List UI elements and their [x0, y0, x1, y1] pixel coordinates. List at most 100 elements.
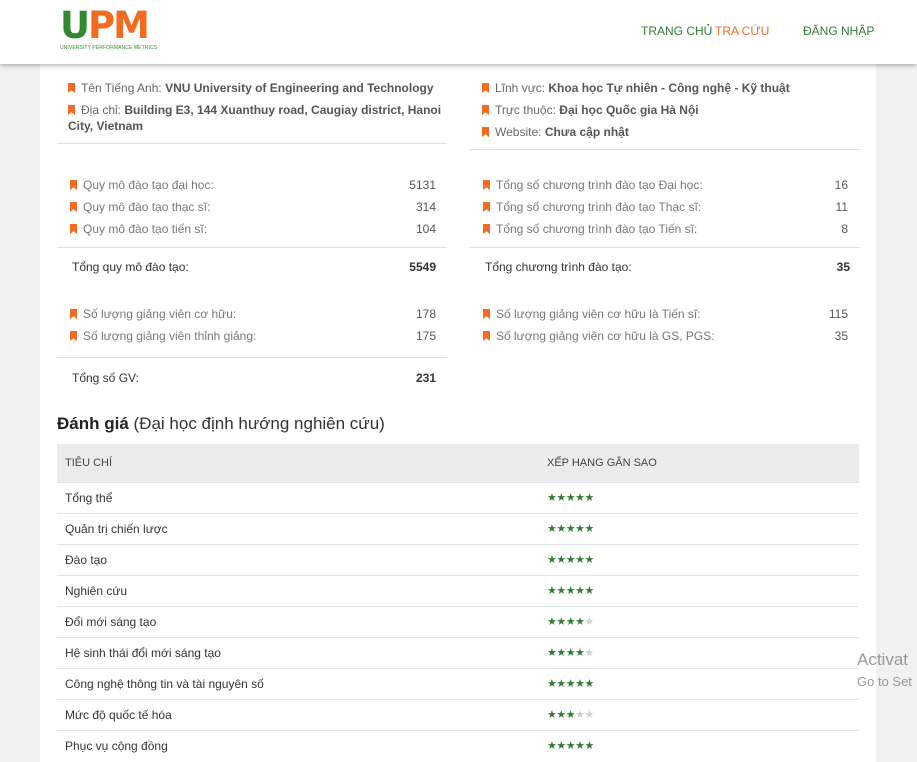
star-icon: ★ — [584, 740, 595, 752]
total-training-label: Tổng quy mô đào tạo: — [72, 260, 189, 274]
criteria-name: Công nghệ thông tin và tài nguyên số — [65, 677, 264, 691]
star-icon: ★ — [556, 616, 566, 628]
stat-phd-lecturers: Số lượng giảng viên cơ hữu là Tiến sĩ: — [483, 307, 701, 321]
table-row: Mức độ quốc tế hóa ★★★★★ — [57, 699, 859, 730]
star-rating: ★★★★★ — [547, 647, 594, 659]
total-lecturers-label: Tổng số GV: — [72, 371, 139, 385]
star-icon: ★ — [547, 585, 557, 597]
stat-value: 175 — [415, 329, 436, 343]
divider — [57, 143, 447, 144]
nav-home-link[interactable]: TRANG CHỦ — [641, 24, 712, 38]
logo-tagline: UNIVERSITY PERFORMANCE METRICS — [60, 45, 158, 51]
star-icon: ★ — [584, 616, 595, 628]
star-icon: ★ — [575, 492, 585, 504]
star-icon: ★ — [565, 523, 576, 535]
upm-logo[interactable]: UPM UNIVERSITY PERFORMANCE METRICS — [60, 7, 158, 52]
evaluation-table: TIÊU CHÍ XẾP HẠNG GẮN SAO Tổng thể ★★★★★ Q… — [57, 444, 859, 761]
bookmark-icon — [483, 331, 490, 341]
stat-undergrad-scale: Quy mô đào tạo đại học: — [70, 178, 214, 192]
website-item: Website: Chưa cập nhật — [482, 124, 862, 140]
criteria-name: Đào tạo — [65, 553, 108, 567]
table-header: TIÊU CHÍ XẾP HẠNG GẮN SAO — [57, 444, 859, 482]
star-icon: ★ — [584, 523, 595, 535]
star-icon: ★ — [556, 492, 566, 504]
star-icon: ★ — [565, 647, 576, 659]
star-icon: ★ — [547, 709, 557, 721]
table-row: Đào tạo ★★★★★ — [57, 544, 859, 575]
table-row: Đổi mới sáng tạo ★★★★★ — [57, 606, 859, 637]
star-icon: ★ — [575, 709, 585, 721]
star-rating: ★★★★★ — [547, 585, 594, 597]
star-rating: ★★★★★ — [547, 492, 594, 504]
star-icon: ★ — [556, 647, 566, 659]
star-icon: ★ — [575, 678, 585, 690]
bookmark-icon — [482, 105, 489, 115]
criteria-name: Tổng thể — [65, 491, 113, 505]
star-icon: ★ — [565, 554, 576, 566]
criteria-name: Mức độ quốc tế hóa — [65, 708, 172, 722]
stat-undergrad-programs: Tổng số chương trình đào tạo Đại học: — [483, 178, 703, 192]
star-icon: ★ — [556, 709, 566, 721]
stat-value: 178 — [415, 307, 436, 321]
star-icon: ★ — [575, 585, 585, 597]
star-icon: ★ — [584, 647, 595, 659]
bookmark-icon — [68, 105, 75, 115]
address-item: Địa chỉ: Building E3, 144 Xuanthuy road,… — [68, 103, 442, 133]
star-icon: ★ — [575, 740, 585, 752]
star-icon: ★ — [565, 678, 576, 690]
nav-login-link[interactable]: ĐĂNG NHẬP — [803, 24, 874, 38]
star-rating: ★★★★★ — [547, 678, 594, 690]
stat-phd-scale: Quy mô đào tạo tiến sĩ: — [70, 222, 207, 236]
evaluation-title: Đánh giá (Đại học định hướng nghiên cứu) — [57, 414, 385, 433]
star-icon: ★ — [547, 492, 557, 504]
bookmark-icon — [70, 331, 77, 341]
star-icon: ★ — [575, 647, 585, 659]
bookmark-icon — [483, 309, 490, 319]
star-icon: ★ — [565, 492, 576, 504]
bookmark-icon — [68, 83, 75, 93]
bookmark-icon — [483, 202, 490, 212]
criteria-name: Quản trị chiến lược — [65, 522, 168, 536]
bookmark-icon — [70, 309, 77, 319]
star-icon: ★ — [584, 492, 595, 504]
stat-permanent-lecturers: Số lượng giảng viên cơ hữu: — [70, 307, 236, 321]
star-icon: ★ — [547, 678, 557, 690]
bookmark-icon — [70, 202, 77, 212]
total-programs-value: 35 — [836, 260, 850, 274]
stat-value: 314 — [415, 200, 436, 214]
stat-master-programs: Tổng số chương trình đào tạo Thạc sĩ: — [483, 200, 701, 214]
bookmark-icon — [70, 180, 77, 190]
col-criteria-header: TIÊU CHÍ — [65, 457, 113, 469]
star-icon: ★ — [556, 740, 566, 752]
bookmark-icon — [483, 224, 490, 234]
stat-value: 104 — [415, 222, 436, 236]
stat-value: 115 — [828, 307, 848, 321]
total-lecturers-value: 231 — [415, 371, 436, 385]
nav-search-link[interactable]: TRA CỨU — [715, 24, 769, 38]
star-icon: ★ — [565, 616, 576, 628]
stat-professor-lecturers: Số lượng giảng viên cơ hữu là GS, PGS: — [483, 329, 715, 343]
star-icon: ★ — [565, 709, 576, 721]
star-rating: ★★★★★ — [547, 709, 594, 721]
divider — [57, 357, 447, 358]
star-icon: ★ — [547, 647, 557, 659]
stat-visiting-lecturers: Số lượng giảng viên thỉnh giảng: — [70, 329, 256, 343]
star-icon: ★ — [556, 585, 566, 597]
divider — [57, 247, 447, 248]
table-body: Tổng thể ★★★★★ Quản trị chiến lược ★★★★★ Đào… — [57, 482, 859, 761]
criteria-name: Đổi mới sáng tạo — [65, 615, 157, 629]
field-item: Lĩnh vực: Khoa học Tự nhiên - Công nghệ … — [482, 80, 862, 96]
star-icon: ★ — [584, 709, 595, 721]
star-rating: ★★★★★ — [547, 523, 594, 535]
english-name-item: Tên Tiếng Anh: VNU University of Enginee… — [68, 80, 448, 96]
table-row: Công nghệ thông tin và tài nguyên số ★★★★… — [57, 668, 859, 699]
total-training-value: 5549 — [409, 260, 436, 274]
bookmark-icon — [482, 83, 489, 93]
total-programs-label: Tổng chương trình đào tạo: — [485, 260, 632, 274]
star-icon: ★ — [547, 616, 557, 628]
star-icon: ★ — [584, 554, 595, 566]
bookmark-icon — [483, 180, 490, 190]
star-rating: ★★★★★ — [547, 740, 594, 752]
star-icon: ★ — [556, 678, 566, 690]
bookmark-icon — [482, 127, 489, 137]
